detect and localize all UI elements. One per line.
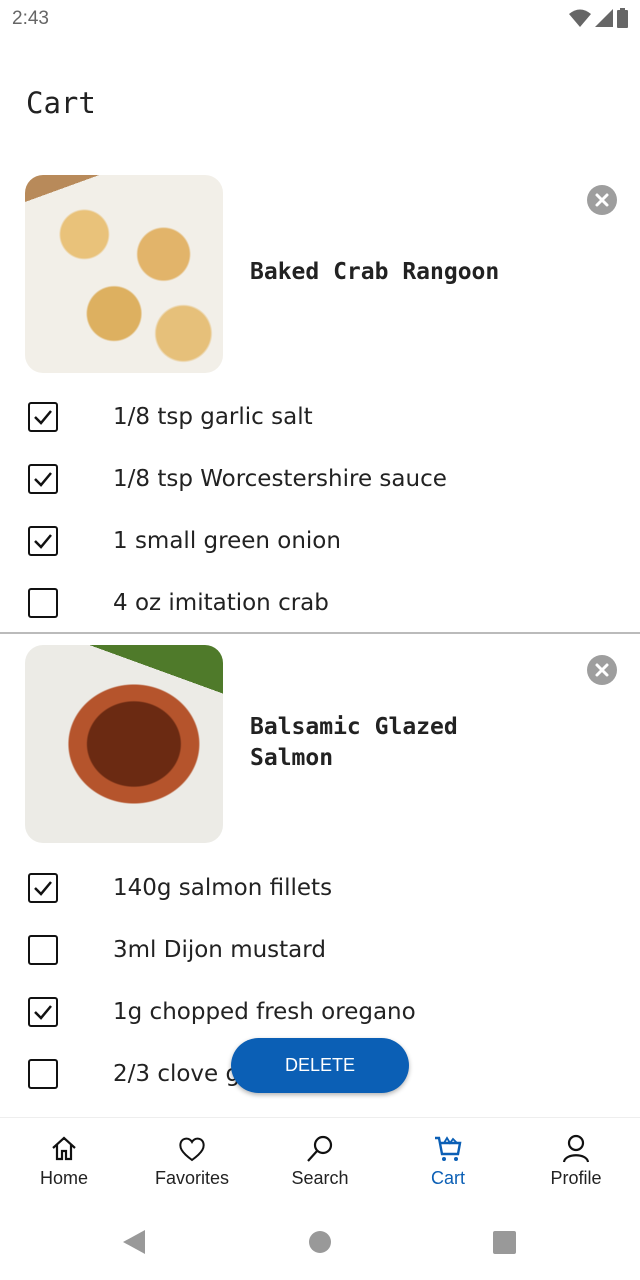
recipe-title-line1: Balsamic Glazed [250, 714, 458, 740]
home-system-icon[interactable] [309, 1231, 331, 1253]
nav-label: Search [291, 1168, 349, 1188]
cart-icon [435, 1136, 462, 1161]
close-icon [595, 193, 609, 207]
back-icon[interactable] [123, 1230, 145, 1254]
heart-icon [179, 1137, 205, 1162]
ingredient-checkbox[interactable] [28, 588, 58, 618]
ingredient-row[interactable]: 4 oz imitation crab [28, 587, 329, 619]
ingredient-label: 1 small green onion [113, 528, 341, 554]
nav-item-home[interactable]: Home [0, 1118, 128, 1209]
check-icon [34, 534, 52, 549]
ingredient-row[interactable]: 1/8 tsp Worcestershire sauce [28, 463, 447, 495]
close-icon [595, 663, 609, 677]
ingredient-label: 1/8 tsp Worcestershire sauce [113, 466, 447, 492]
ingredient-label: 4 oz imitation crab [113, 590, 329, 616]
ingredient-label: 1/8 tsp garlic salt [113, 404, 313, 430]
check-icon [34, 1005, 52, 1020]
bottom-nav: Home Favorites Search Cart Profile [0, 1117, 640, 1209]
home-icon [52, 1136, 76, 1161]
check-icon [34, 881, 52, 896]
recipe-image-salmon [25, 645, 223, 843]
ingredient-row[interactable]: 140g salmon fillets [28, 872, 332, 904]
search-icon [307, 1135, 333, 1162]
ingredient-label: 1g chopped fresh oregano [113, 999, 416, 1025]
page-title: Cart [26, 86, 96, 120]
wifi-icon [569, 9, 591, 27]
nav-item-cart[interactable]: Cart [384, 1118, 512, 1209]
ingredient-row[interactable]: 3ml Dijon mustard [28, 934, 326, 966]
signal-icon [595, 9, 613, 27]
divider [0, 632, 640, 634]
nav-item-search[interactable]: Search [256, 1118, 384, 1209]
ingredient-checkbox[interactable] [28, 464, 58, 494]
nav-item-profile[interactable]: Profile [512, 1118, 640, 1209]
status-icons [569, 8, 628, 28]
remove-recipe-button[interactable] [587, 185, 617, 215]
battery-icon [617, 8, 628, 28]
person-icon [562, 1134, 590, 1163]
ingredient-checkbox[interactable] [28, 935, 58, 965]
ingredient-label: 3ml Dijon mustard [113, 937, 326, 963]
ingredient-row[interactable]: 1 small green onion [28, 525, 341, 557]
ingredient-row[interactable]: 1g chopped fresh oregano [28, 996, 416, 1028]
nav-label: Cart [430, 1168, 465, 1188]
ingredient-checkbox[interactable] [28, 873, 58, 903]
recipe-title: Baked Crab Rangoon [250, 259, 500, 285]
recipe-image-crab-rangoon [25, 175, 223, 373]
system-nav [0, 1220, 640, 1266]
check-icon [34, 410, 52, 425]
recipe-title-line2: Salmon [250, 745, 334, 771]
ingredient-row[interactable]: 1/8 tsp garlic salt [28, 401, 313, 433]
delete-button[interactable]: DELETE [231, 1038, 409, 1093]
nav-label: Home [39, 1168, 88, 1188]
recipe-title: Balsamic Glazed Salmon [250, 712, 458, 774]
ingredient-checkbox[interactable] [28, 526, 58, 556]
nav-label: Profile [550, 1168, 602, 1188]
ingredient-checkbox[interactable] [28, 997, 58, 1027]
recents-icon[interactable] [493, 1231, 516, 1254]
ingredient-row[interactable]: 2/3 clove garlic [28, 1058, 289, 1090]
nav-label: Favorites [154, 1168, 230, 1188]
nav-item-favorites[interactable]: Favorites [128, 1118, 256, 1209]
remove-recipe-button[interactable] [587, 655, 617, 685]
check-icon [34, 472, 52, 487]
status-time: 2:43 [12, 8, 49, 29]
ingredient-label: 140g salmon fillets [113, 875, 333, 901]
ingredient-checkbox[interactable] [28, 1059, 58, 1089]
ingredient-checkbox[interactable] [28, 402, 58, 432]
